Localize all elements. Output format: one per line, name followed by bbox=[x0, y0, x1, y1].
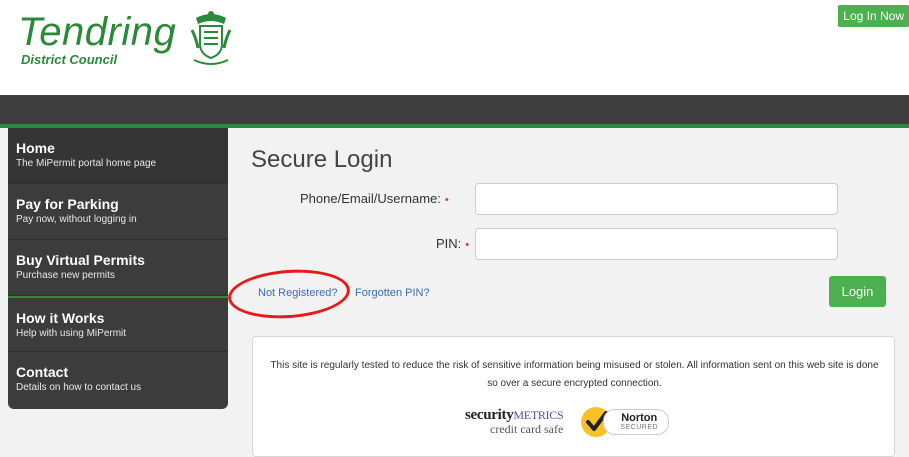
sidebar-item-title: Contact bbox=[16, 364, 69, 380]
page-title: Secure Login bbox=[251, 146, 393, 173]
pin-label-text: PIN: bbox=[436, 236, 462, 251]
username-label: Phone/Email/Username: • bbox=[300, 191, 449, 206]
username-input[interactable] bbox=[475, 183, 838, 215]
security-text: This site is regularly tested to reduce … bbox=[270, 360, 879, 389]
sidebar-item-title: Buy Virtual Permits bbox=[16, 252, 145, 268]
security-notice: This site is regularly tested to reduce … bbox=[252, 336, 895, 457]
sm-subtitle: credit card safe bbox=[490, 422, 564, 436]
sidebar-item-desc: Pay now, without logging in bbox=[16, 214, 137, 225]
norton-label: Norton SECURED bbox=[603, 409, 670, 435]
sidebar-item-desc: The MiPermit portal home page bbox=[16, 158, 157, 169]
forgotten-pin-link[interactable]: Forgotten PIN? bbox=[355, 287, 430, 299]
logo-subtitle: District Council bbox=[21, 52, 118, 67]
council-crest-icon bbox=[190, 11, 232, 65]
pin-input[interactable] bbox=[475, 228, 838, 260]
sidebar-item-pay-for-parking[interactable]: Pay for Parking Pay now, without logging… bbox=[8, 184, 228, 240]
logo-text: Tendring District Council bbox=[18, 12, 176, 67]
norton-sub: SECURED bbox=[620, 424, 659, 431]
sidebar-item-title: Pay for Parking bbox=[16, 196, 119, 212]
securitymetrics-badge[interactable]: securityMETRICS credit card safe bbox=[465, 407, 564, 437]
sidebar-item-how-it-works[interactable]: How it Works Help with using MiPermit bbox=[8, 296, 228, 352]
login-button[interactable]: Login bbox=[829, 276, 886, 307]
logo-name: Tendring bbox=[18, 10, 177, 54]
norton-name: Norton bbox=[621, 412, 658, 424]
norton-badge[interactable]: Norton SECURED bbox=[579, 405, 670, 439]
sidebar-item-home[interactable]: Home The MiPermit portal home page bbox=[8, 128, 228, 184]
sidebar: Home The MiPermit portal home page Pay f… bbox=[8, 128, 228, 409]
required-indicator: • bbox=[465, 239, 470, 251]
sidebar-item-desc: Details on how to contact us bbox=[16, 382, 142, 393]
sidebar-item-buy-virtual-permits[interactable]: Buy Virtual Permits Purchase new permits bbox=[8, 240, 228, 296]
council-logo[interactable]: Tendring District Council bbox=[18, 11, 234, 68]
pin-label: PIN: • bbox=[436, 236, 469, 251]
sidebar-item-desc: Purchase new permits bbox=[16, 270, 115, 281]
log-in-now-button[interactable]: Log In Now bbox=[838, 5, 909, 27]
sm-metrics-text: METRICS bbox=[513, 408, 564, 422]
sm-security-text: security bbox=[465, 407, 514, 423]
security-badges: securityMETRICS credit card safe Norton … bbox=[465, 405, 670, 439]
site-header: Tendring District Council Log In Now bbox=[0, 0, 909, 95]
required-indicator: • bbox=[444, 194, 449, 206]
sidebar-item-title: Home bbox=[16, 140, 55, 156]
sidebar-item-title: How it Works bbox=[16, 310, 105, 326]
sidebar-item-contact[interactable]: Contact Details on how to contact us bbox=[8, 352, 228, 408]
top-nav-bar bbox=[0, 95, 909, 124]
sidebar-item-desc: Help with using MiPermit bbox=[16, 328, 127, 339]
username-label-text: Phone/Email/Username: bbox=[300, 191, 441, 206]
